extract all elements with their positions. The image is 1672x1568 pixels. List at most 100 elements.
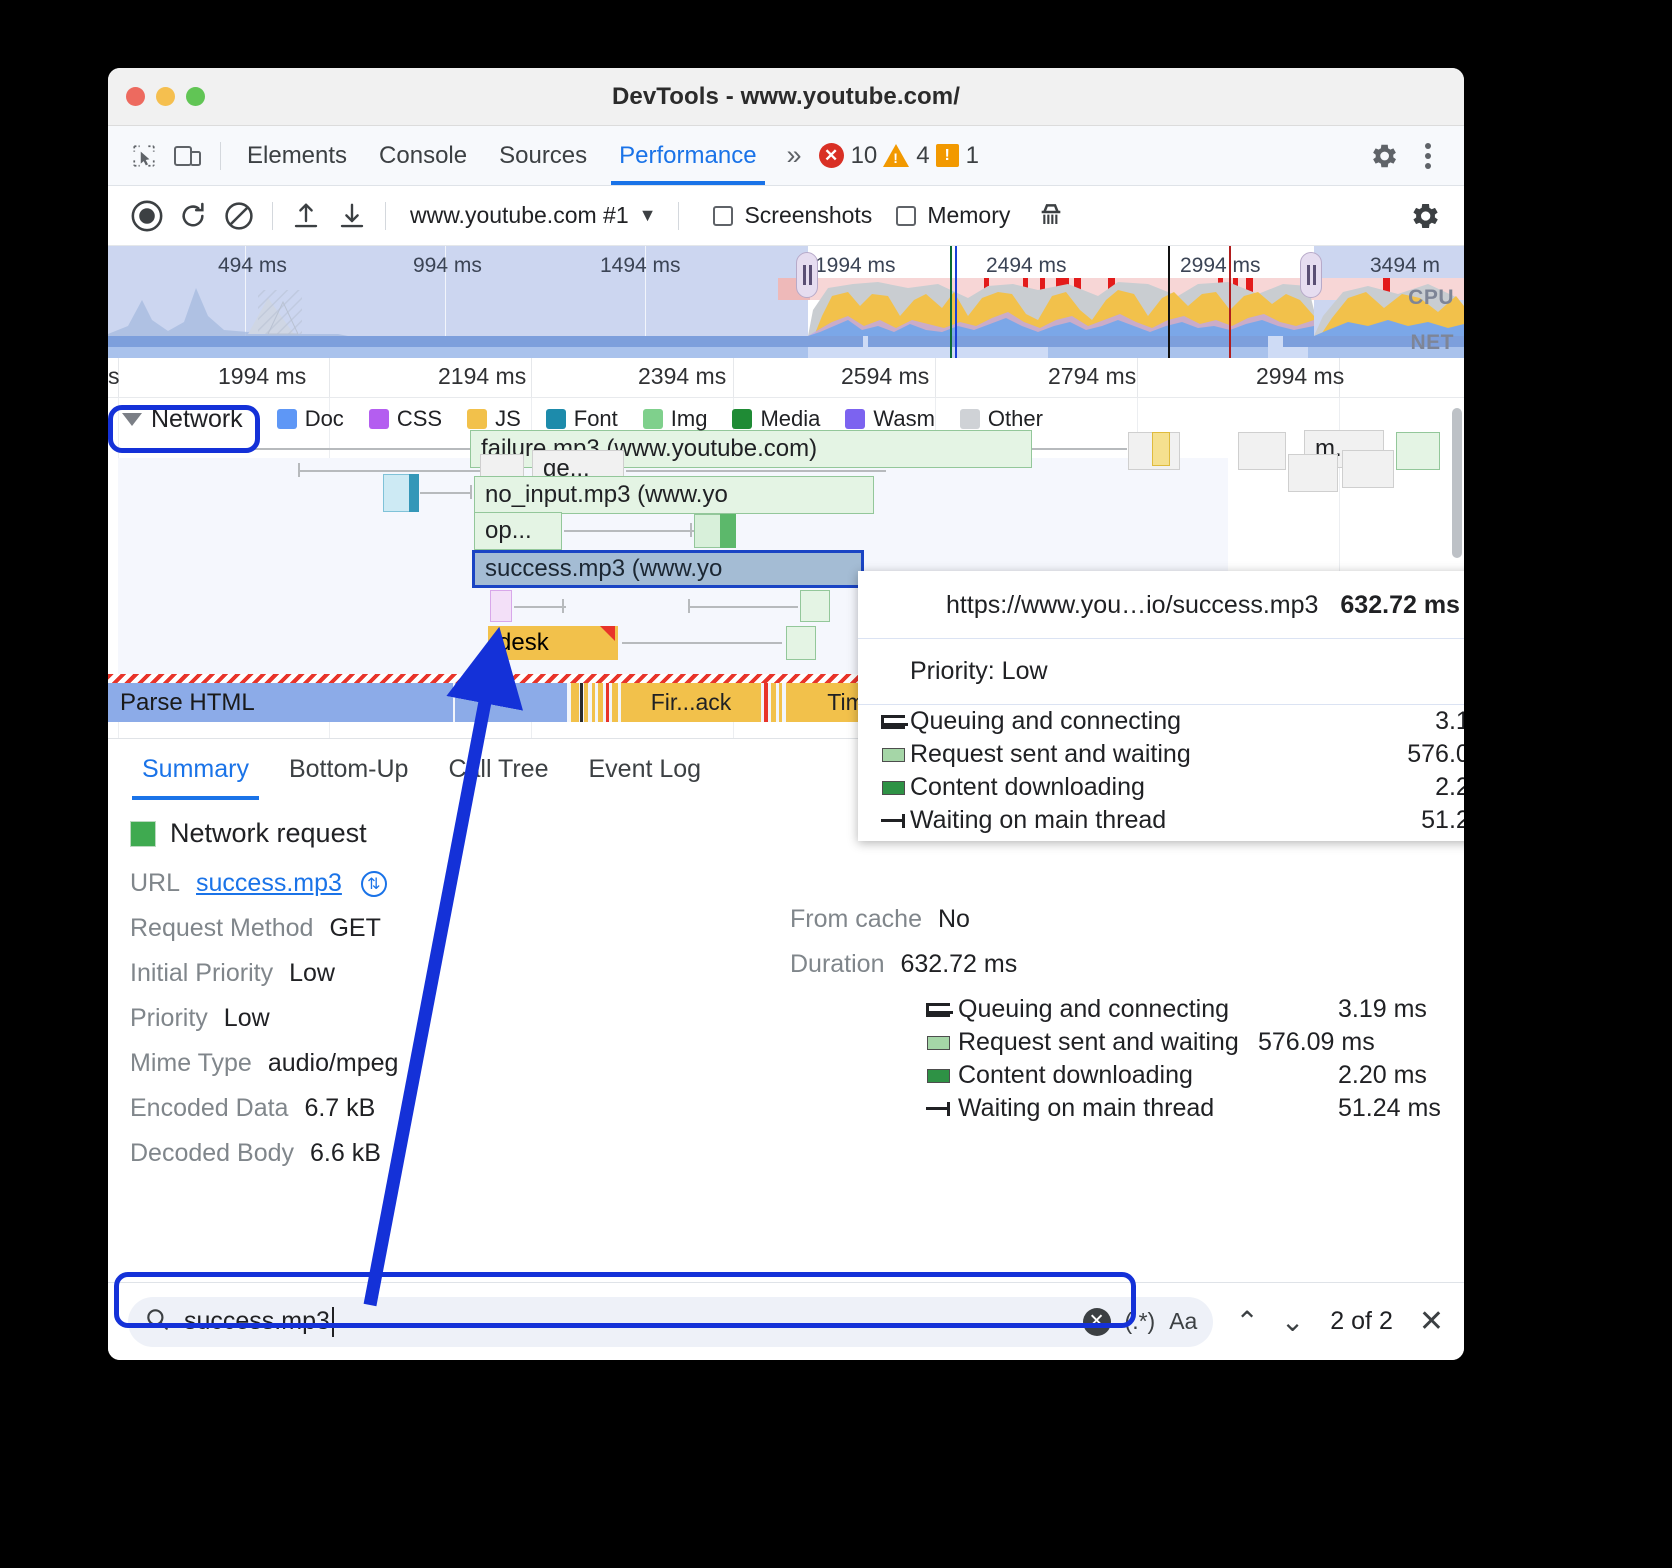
overview-right-handle[interactable] bbox=[1300, 252, 1322, 298]
tab-summary[interactable]: Summary bbox=[122, 739, 269, 800]
warning-counter[interactable]: 4 bbox=[883, 142, 929, 170]
network-request-row[interactable] bbox=[1238, 432, 1286, 470]
url-link[interactable]: success.mp3 bbox=[196, 869, 342, 897]
issue-counter[interactable]: ! 1 bbox=[936, 142, 979, 170]
close-window-button[interactable] bbox=[126, 87, 145, 106]
toolbar-divider bbox=[220, 142, 221, 170]
network-request-row[interactable] bbox=[1396, 432, 1440, 470]
tab-event-log[interactable]: Event Log bbox=[569, 739, 722, 800]
network-request-label-selected: success.mp3 (www.yo bbox=[485, 555, 722, 583]
bar-dark-icon bbox=[918, 1069, 958, 1083]
legend-swatch-other bbox=[960, 409, 980, 429]
memory-checkbox[interactable]: Memory bbox=[896, 202, 1010, 229]
save-profile-icon[interactable] bbox=[329, 193, 375, 239]
tab-summary-label: Summary bbox=[142, 755, 249, 784]
open-in-network-panel-icon[interactable]: ⇅ bbox=[361, 871, 387, 897]
capture-settings-gear-icon[interactable] bbox=[1402, 193, 1448, 239]
summary-field-url-value[interactable]: success.mp3 ⇅ bbox=[196, 869, 387, 898]
clear-search-icon[interactable]: ✕ bbox=[1083, 1308, 1111, 1336]
overview-marker-green bbox=[950, 246, 952, 358]
summary-field-priority-value: Low bbox=[224, 1004, 270, 1033]
overview-tick-2: 1494 ms bbox=[600, 254, 681, 278]
legend-swatch-css bbox=[369, 409, 389, 429]
search-next-icon[interactable]: ⌄ bbox=[1281, 1305, 1304, 1338]
ruler-tick-6: 2994 ms bbox=[1256, 363, 1344, 390]
close-search-icon[interactable]: ✕ bbox=[1419, 1304, 1444, 1339]
network-legend: Doc CSS JS Font bbox=[277, 406, 1059, 432]
legend-label-img: Img bbox=[671, 406, 708, 432]
maximize-window-button[interactable] bbox=[186, 87, 205, 106]
match-case-toggle[interactable]: Aa bbox=[1169, 1308, 1197, 1335]
collect-garbage-icon[interactable] bbox=[1028, 193, 1074, 239]
recording-selector[interactable]: www.youtube.com #1 ▼ bbox=[410, 202, 656, 229]
clear-recording-button[interactable] bbox=[216, 193, 262, 239]
error-counter[interactable]: ✕ 10 bbox=[819, 142, 878, 170]
tooltip-priority: Priority: Low bbox=[858, 639, 1464, 705]
summary-left-column: URL success.mp3 ⇅ Request Method GET Ini… bbox=[130, 869, 790, 1184]
screenshots-checkbox[interactable]: Screenshots bbox=[713, 202, 872, 229]
reload-and-record-button[interactable] bbox=[170, 193, 216, 239]
legend-item-img: Img bbox=[643, 406, 708, 432]
overview-left-handle[interactable] bbox=[796, 252, 818, 298]
tracks-scrollbar[interactable] bbox=[1452, 408, 1462, 558]
legend-item-css: CSS bbox=[369, 406, 442, 432]
summary-field-duration: Duration 632.72 ms bbox=[790, 950, 1442, 979]
tab-performance[interactable]: Performance bbox=[603, 127, 772, 185]
parse-html-event-2[interactable] bbox=[455, 683, 567, 722]
record-button[interactable] bbox=[124, 193, 170, 239]
tab-elements[interactable]: Elements bbox=[231, 127, 363, 185]
parse-html-event[interactable]: Parse HTML bbox=[108, 683, 453, 722]
more-options-icon[interactable] bbox=[1406, 134, 1450, 178]
legend-swatch-wasm bbox=[845, 409, 865, 429]
duration-breakdown-value: 3.19 ms bbox=[1338, 995, 1427, 1024]
tooltip-phase-row: Request sent and waiting 576.09 ms bbox=[858, 738, 1464, 771]
overview-cpu-chart bbox=[108, 276, 1464, 336]
inspect-element-icon[interactable] bbox=[122, 134, 166, 178]
load-profile-icon[interactable] bbox=[283, 193, 329, 239]
minimize-window-button[interactable] bbox=[156, 87, 175, 106]
summary-field-mime-type-key: Mime Type bbox=[130, 1049, 252, 1078]
search-input[interactable]: success.mp3 bbox=[184, 1307, 1083, 1337]
duration-breakdown-value: 576.09 ms bbox=[1258, 1028, 1375, 1057]
summary-field-priority-key: Priority bbox=[130, 1004, 208, 1033]
window-title: DevTools - www.youtube.com/ bbox=[612, 83, 960, 111]
network-track-toggle[interactable]: Network bbox=[108, 405, 243, 434]
summary-field-request-method-key: Request Method bbox=[130, 914, 313, 943]
network-request-row[interactable] bbox=[1342, 450, 1394, 488]
network-track-header[interactable]: Network Doc CSS JS bbox=[108, 402, 1059, 436]
summary-field-url: URL success.mp3 ⇅ bbox=[130, 869, 790, 898]
issue-icon: ! bbox=[936, 144, 959, 167]
timeline-overview[interactable]: 494 ms 994 ms 1494 ms 1994 ms 2494 ms 29… bbox=[108, 246, 1464, 358]
issue-count: 1 bbox=[966, 142, 979, 170]
recording-selector-label: www.youtube.com #1 bbox=[410, 202, 629, 229]
network-request-row[interactable] bbox=[1288, 454, 1338, 492]
tab-console[interactable]: Console bbox=[363, 127, 483, 185]
network-request-row-selected[interactable]: success.mp3 (www.yo bbox=[472, 550, 864, 588]
legend-item-media: Media bbox=[732, 406, 820, 432]
legend-label-css: CSS bbox=[397, 406, 442, 432]
flame-event-fir-ack[interactable]: Fir...ack bbox=[621, 683, 761, 722]
search-prev-icon[interactable]: ⌃ bbox=[1235, 1305, 1258, 1338]
overview-network-row bbox=[108, 336, 1464, 358]
ruler-tick-2: 2194 ms bbox=[438, 363, 526, 390]
duration-breakdown-name: Request sent and waiting bbox=[958, 1028, 1258, 1057]
tab-call-tree[interactable]: Call Tree bbox=[428, 739, 568, 800]
window-traffic-lights[interactable] bbox=[126, 87, 205, 106]
tab-bottom-up[interactable]: Bottom-Up bbox=[269, 739, 428, 800]
legend-label-wasm: Wasm bbox=[873, 406, 935, 432]
tab-sources[interactable]: Sources bbox=[483, 127, 603, 185]
device-toolbar-icon[interactable] bbox=[166, 134, 210, 178]
whisker-right-icon bbox=[918, 1102, 958, 1116]
network-request-row[interactable]: op... bbox=[474, 512, 562, 550]
warning-count: 4 bbox=[916, 142, 929, 170]
search-field[interactable]: success.mp3 ✕ (.*) Aa bbox=[128, 1297, 1213, 1347]
settings-gear-icon[interactable] bbox=[1362, 134, 1406, 178]
summary-field-initial-priority-key: Initial Priority bbox=[130, 959, 273, 988]
duration-breakdown-value: 2.20 ms bbox=[1338, 1061, 1427, 1090]
network-request-row[interactable]: no_input.mp3 (www.yo bbox=[474, 476, 874, 514]
network-track-title: Network bbox=[151, 405, 243, 434]
more-tabs-chevron-icon[interactable]: » bbox=[773, 140, 813, 171]
regex-toggle[interactable]: (.*) bbox=[1125, 1308, 1156, 1335]
tooltip-url: https://www.you…io/success.mp3 bbox=[946, 591, 1318, 620]
summary-field-duration-value: 632.72 ms bbox=[901, 950, 1018, 979]
